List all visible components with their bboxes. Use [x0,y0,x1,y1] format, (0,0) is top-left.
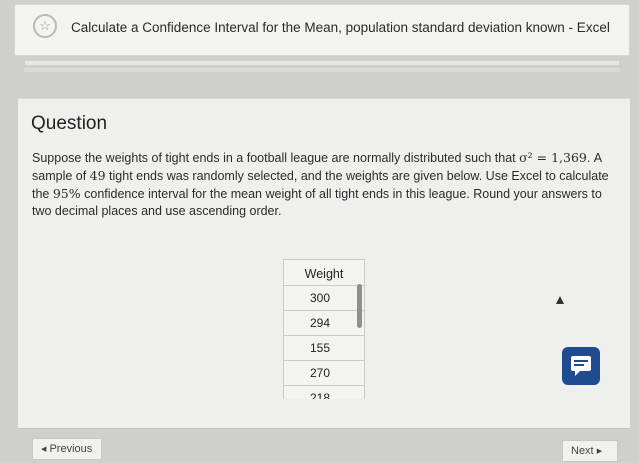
question-text: Suppose the weights of tight ends in a f… [32,150,609,218]
mouse-cursor [556,296,564,304]
sigma-expression: σ² = 1,369 [519,150,587,165]
confidence-level: 95% [52,186,81,201]
footer-divider [18,428,630,429]
triangle-left-icon: ◀ [41,446,47,453]
table-row: 155 [284,336,364,361]
table-scrollbar[interactable] [357,284,362,328]
question-heading: Question [31,113,108,134]
table-row: 270 [284,361,364,386]
sample-size: 49 [89,168,106,183]
assignment-header: ☆ Calculate a Confidence Interval for th… [14,4,630,56]
table-row: 294 [284,311,364,336]
assignment-title: Calculate a Confidence Interval for the … [71,20,610,35]
star-icon[interactable]: ☆ [33,14,57,38]
previous-button[interactable]: ◀ Previous [32,438,102,460]
triangle-right-icon: ▶ [596,448,603,455]
table-row: 218 [284,386,364,399]
weight-table[interactable]: Weight 300 294 155 270 218 [283,259,365,399]
chat-button[interactable] [562,347,600,385]
chat-icon [571,356,591,376]
table-row: 300 [284,286,364,311]
question-panel: Question Suppose the weights of tight en… [18,98,630,429]
next-button[interactable]: Next ▶ [562,440,618,462]
header-divider-shadow [24,68,620,72]
table-header: Weight [284,259,364,286]
header-divider [24,60,620,66]
